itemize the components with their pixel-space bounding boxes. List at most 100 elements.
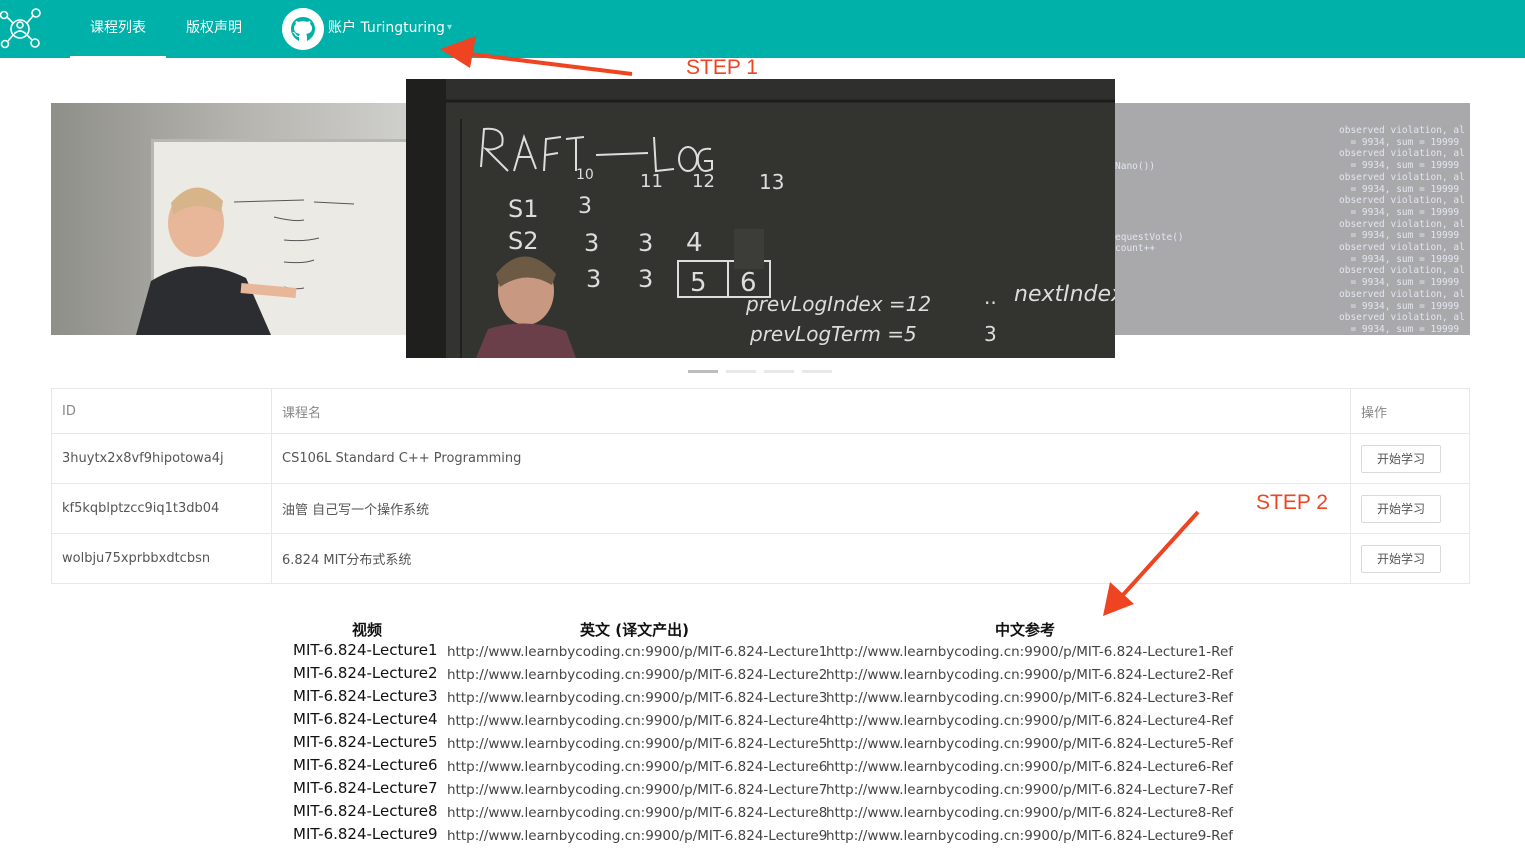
- column-header-op: 操作: [1361, 405, 1388, 421]
- svg-text:3: 3: [584, 229, 599, 257]
- chinese-ref-link[interactable]: http://www.learnbycoding.cn:9900/p/MIT-6…: [826, 713, 1233, 729]
- column-header-id: ID: [52, 389, 272, 433]
- english-link[interactable]: http://www.learnbycoding.cn:9900/p/MIT-6…: [447, 828, 827, 844]
- start-learning-button[interactable]: 开始学习: [1361, 544, 1441, 573]
- chinese-ref-link[interactable]: http://www.learnbycoding.cn:9900/p/MIT-6…: [826, 690, 1233, 706]
- table-header-row: ID 课程名 操作: [52, 389, 1469, 434]
- lecture-link-row: MIT-6.824-Lecture1 http://www.learnbycodi…: [0, 641, 1525, 664]
- start-learning-button[interactable]: 开始学习: [1361, 444, 1441, 473]
- svg-text:S2: S2: [508, 227, 539, 255]
- code-line: = 9934, sum = 19999: [1339, 300, 1460, 312]
- course-id: 3huytx2x8vf9hipotowa4j: [52, 434, 272, 483]
- lecture-link-row: MIT-6.824-Lecture9 http://www.learnbycodi…: [0, 825, 1525, 848]
- links-header-video: 视频: [352, 621, 383, 639]
- code-line: observed violation, al: [1339, 195, 1465, 207]
- code-line: observed violation, al: [1339, 312, 1465, 324]
- video-name: MIT-6.824-Lecture1: [293, 641, 438, 659]
- lecture-link-row: MIT-6.824-Lecture2 http://www.learnbycodi…: [0, 664, 1525, 687]
- carousel-dot-4[interactable]: [802, 370, 832, 373]
- carousel-dot-1[interactable]: [688, 370, 718, 373]
- svg-text:3: 3: [638, 229, 653, 257]
- course-action: 开始学习: [1351, 484, 1469, 533]
- video-name: MIT-6.824-Lecture3: [293, 687, 438, 705]
- lecture-slide-code: observed violation, al = 9934, sum = 199…: [1115, 103, 1470, 335]
- network-people-icon[interactable]: [0, 4, 44, 54]
- carousel-dot-2[interactable]: [726, 370, 756, 373]
- english-link[interactable]: http://www.learnbycoding.cn:9900/p/MIT-6…: [447, 736, 827, 752]
- code-line: observed violation, al: [1339, 171, 1465, 183]
- table-row: wolbju75xprbbxdtcbsn 6.824 MIT分布式系统 开始学习: [52, 534, 1469, 583]
- svg-text:10: 10: [576, 167, 594, 183]
- lecturer-figure: [136, 187, 297, 335]
- english-link[interactable]: http://www.learnbycoding.cn:9900/p/MIT-6…: [447, 782, 827, 798]
- english-link[interactable]: http://www.learnbycoding.cn:9900/p/MIT-6…: [447, 713, 827, 729]
- links-header-zh: 中文参考: [995, 621, 1056, 639]
- svg-text:prevLogIndex =12: prevLogIndex =12: [745, 292, 931, 316]
- english-link[interactable]: http://www.learnbycoding.cn:9900/p/MIT-6…: [447, 644, 827, 660]
- chinese-ref-link[interactable]: http://www.learnbycoding.cn:9900/p/MIT-6…: [826, 736, 1233, 752]
- chinese-ref-link[interactable]: http://www.learnbycoding.cn:9900/p/MIT-6…: [826, 805, 1233, 821]
- code-line: = 9934, sum = 19999: [1339, 160, 1460, 172]
- english-link[interactable]: http://www.learnbycoding.cn:9900/p/MIT-6…: [447, 690, 827, 706]
- code-line: observed violation, al: [1339, 125, 1465, 136]
- course-table: ID 课程名 操作 3huytx2x8vf9hipotowa4j CS106L …: [51, 388, 1470, 584]
- start-learning-button[interactable]: 开始学习: [1361, 494, 1441, 523]
- lecture-video-frame[interactable]: 10 11 12 13 S1 3 S2 3 3 4 3 3 5 6 prevLo…: [406, 79, 1115, 358]
- code-line: = 9934, sum = 19999: [1339, 277, 1460, 289]
- column-header-name: 课程名: [272, 389, 1351, 433]
- chinese-ref-link[interactable]: http://www.learnbycoding.cn:9900/p/MIT-6…: [826, 667, 1233, 683]
- top-navigation-bar: 课程列表 版权声明 账户 Turingturing ▾: [0, 0, 1525, 58]
- chinese-ref-link[interactable]: http://www.learnbycoding.cn:9900/p/MIT-6…: [826, 828, 1233, 844]
- lecture-link-row: MIT-6.824-Lecture8 http://www.learnbycodi…: [0, 802, 1525, 825]
- chinese-ref-link[interactable]: http://www.learnbycoding.cn:9900/p/MIT-6…: [826, 644, 1233, 660]
- video-name: MIT-6.824-Lecture6: [293, 756, 438, 774]
- code-line: observed violation, al: [1339, 265, 1465, 277]
- lecture-link-row: MIT-6.824-Lecture6 http://www.learnbycodi…: [0, 756, 1525, 779]
- svg-text:3: 3: [578, 194, 592, 219]
- video-name: MIT-6.824-Lecture4: [293, 710, 438, 728]
- english-link[interactable]: http://www.learnbycoding.cn:9900/p/MIT-6…: [447, 805, 827, 821]
- nav-copyright[interactable]: 版权声明: [170, 0, 258, 58]
- lecture-link-row: MIT-6.824-Lecture7 http://www.learnbycodi…: [0, 779, 1525, 802]
- svg-text:3: 3: [638, 265, 653, 293]
- code-line: = 9934, sum = 19999: [1339, 230, 1460, 242]
- course-name: 6.824 MIT分布式系统: [272, 534, 1351, 583]
- svg-text:nextIndex: nextIndex: [1014, 282, 1115, 307]
- english-link[interactable]: http://www.learnbycoding.cn:9900/p/MIT-6…: [447, 759, 827, 775]
- english-link[interactable]: http://www.learnbycoding.cn:9900/p/MIT-6…: [447, 667, 827, 683]
- step-2-annotation: STEP 2: [1256, 491, 1328, 514]
- video-name: MIT-6.824-Lecture5: [293, 733, 438, 751]
- carousel-dot-3[interactable]: [764, 370, 794, 373]
- svg-text:S1: S1: [508, 195, 539, 223]
- github-octocat-icon[interactable]: [282, 8, 324, 50]
- lecture-slide-whiteboard: [51, 103, 427, 335]
- code-line: observed violation, al: [1339, 218, 1465, 230]
- svg-text:5: 5: [690, 268, 707, 298]
- lecture-link-row: MIT-6.824-Lecture4 http://www.learnbycodi…: [0, 710, 1525, 733]
- code-line: = 9934, sum = 19999: [1339, 253, 1460, 265]
- course-action: 开始学习: [1351, 534, 1469, 583]
- chinese-ref-link[interactable]: http://www.learnbycoding.cn:9900/p/MIT-6…: [826, 759, 1233, 775]
- video-name: MIT-6.824-Lecture8: [293, 802, 438, 820]
- svg-text:..: ..: [984, 285, 997, 309]
- code-line: = 9934, sum = 19999: [1339, 136, 1460, 148]
- nav-course-list[interactable]: 课程列表: [70, 0, 166, 58]
- account-menu[interactable]: 账户 Turingturing: [328, 0, 445, 56]
- svg-text:12: 12: [692, 171, 715, 192]
- code-line: observed violation, al: [1339, 288, 1465, 300]
- lecture-link-row: MIT-6.824-Lecture3 http://www.learnbycodi…: [0, 687, 1525, 710]
- chevron-down-icon[interactable]: ▾: [447, 22, 452, 33]
- svg-text:prevLogTerm =5: prevLogTerm =5: [749, 322, 917, 346]
- chinese-ref-link[interactable]: http://www.learnbycoding.cn:9900/p/MIT-6…: [826, 782, 1233, 798]
- course-name: 油管 自己写一个操作系统: [272, 484, 1351, 533]
- carousel-indicators: [688, 370, 832, 374]
- video-name: MIT-6.824-Lecture9: [293, 825, 438, 843]
- svg-text:13: 13: [759, 170, 784, 194]
- step-1-annotation: STEP 1: [686, 56, 758, 79]
- code-line: = 9934, sum = 19999: [1339, 183, 1460, 195]
- course-action: 开始学习: [1351, 434, 1469, 483]
- course-id: wolbju75xprbbxdtcbsn: [52, 534, 272, 583]
- course-id: kf5kqblptzcc9iq1t3db04: [52, 484, 272, 533]
- svg-text:4: 4: [686, 228, 703, 258]
- code-line: observed violation, al: [1339, 148, 1465, 160]
